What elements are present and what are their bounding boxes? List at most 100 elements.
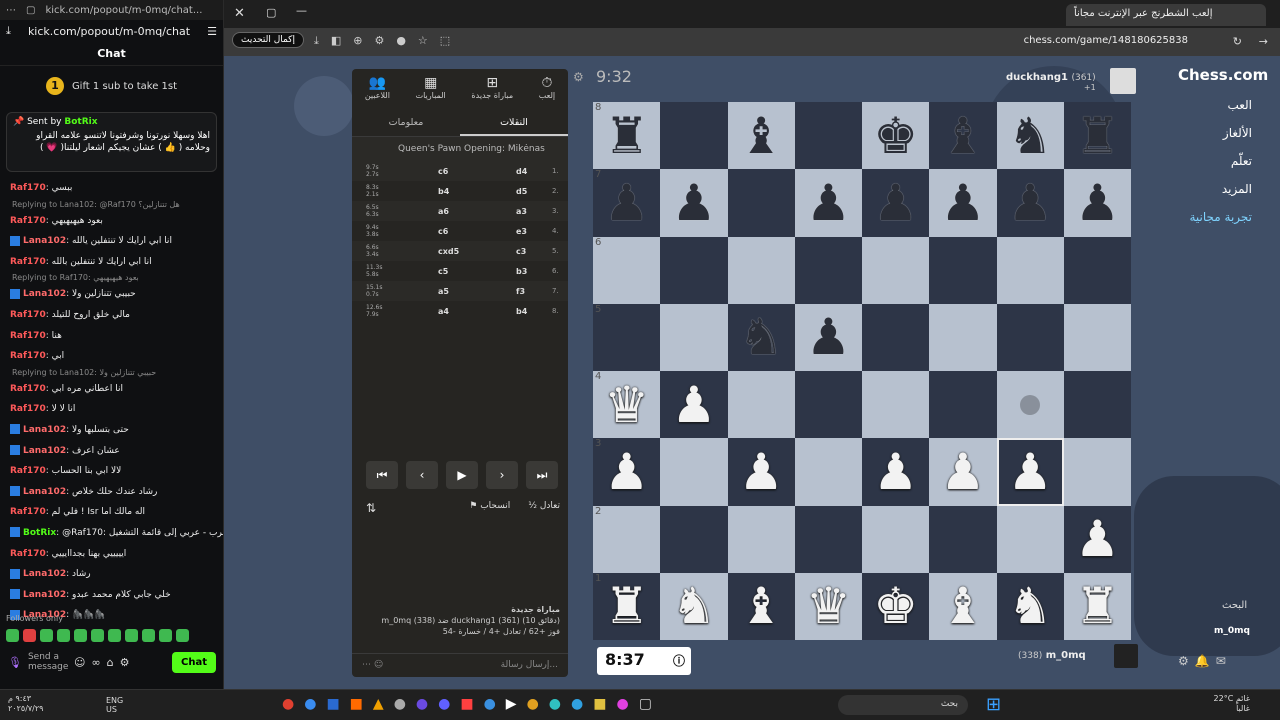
download-icon[interactable]: ⤓: [6, 24, 11, 38]
board-square[interactable]: [794, 371, 862, 439]
taskbar-lang[interactable]: ENG US: [106, 696, 130, 714]
white-move[interactable]: b3: [516, 267, 527, 276]
board-square[interactable]: 8 ♜: [593, 102, 661, 170]
black-move[interactable]: a5: [438, 287, 449, 296]
board-square[interactable]: ♟: [660, 169, 728, 237]
settings-gear-icon[interactable]: ⚙: [573, 70, 584, 84]
white-move[interactable]: b4: [516, 307, 527, 316]
emote-icon[interactable]: [91, 629, 104, 642]
emote-icon[interactable]: [125, 629, 138, 642]
resign-button[interactable]: ⚑ انسحاب: [469, 501, 510, 511]
black-rook-icon[interactable]: ♜: [1075, 111, 1120, 161]
last-move-button[interactable]: ⏭: [526, 461, 558, 489]
white-queen-icon[interactable]: ♛: [604, 380, 649, 430]
white-queen-icon[interactable]: ♛: [806, 581, 851, 631]
chat-username[interactable]: Raf170: [10, 331, 46, 341]
board-square[interactable]: ♟: [996, 169, 1064, 237]
black-move[interactable]: a4: [438, 307, 449, 316]
white-pawn-icon[interactable]: ♟: [604, 447, 649, 497]
chat-username[interactable]: Raf170: [10, 404, 46, 414]
nav-item-0[interactable]: العب: [1178, 98, 1280, 112]
url-text[interactable]: chess.com/game/148180625838: [1024, 35, 1188, 46]
chat-send-button[interactable]: Chat: [172, 652, 216, 673]
board-square[interactable]: [1063, 236, 1131, 304]
play-button[interactable]: ▶: [446, 461, 478, 489]
black-pawn-icon[interactable]: ♟: [806, 312, 851, 362]
chat-username[interactable]: Raf170: [10, 466, 46, 476]
board-square[interactable]: 3 ♟: [593, 438, 661, 506]
board-square[interactable]: [929, 236, 997, 304]
black-knight-icon[interactable]: ♞: [739, 312, 784, 362]
emote-icon[interactable]: [23, 629, 36, 642]
black-rook-icon[interactable]: ♜: [604, 111, 649, 161]
chess-tab[interactable]: إلعب الشطرنج عبر الإنترنت مجاناً: [1066, 4, 1266, 26]
board-square[interactable]: ♜: [1063, 572, 1131, 640]
board-square[interactable]: ♚: [862, 102, 930, 170]
black-move[interactable]: cxd5: [438, 247, 459, 256]
board-square[interactable]: ♟: [929, 438, 997, 506]
top-player-avatar[interactable]: [1110, 68, 1136, 94]
board-square[interactable]: [660, 236, 728, 304]
back-icon[interactable]: →: [1259, 35, 1268, 48]
white-pawn-icon[interactable]: ♟: [873, 447, 918, 497]
taskbar-search[interactable]: بحث: [838, 695, 968, 715]
panel-button-3[interactable]: ⏱ إلعب: [539, 75, 555, 109]
extension-icons[interactable]: ⤓◧⊕⚙●☆⬚: [314, 34, 462, 48]
chat-username[interactable]: Raf170: [10, 507, 46, 517]
emote-icon[interactable]: [40, 629, 53, 642]
board-square[interactable]: ♟: [929, 169, 997, 237]
board-square[interactable]: ♟: [862, 169, 930, 237]
board-square[interactable]: [862, 371, 930, 439]
board-square[interactable]: 6: [593, 236, 661, 304]
top-player-name[interactable]: duckhang1: [1006, 72, 1068, 83]
tokens-icon[interactable]: ∞: [91, 656, 100, 669]
board-square[interactable]: [996, 303, 1064, 371]
board-square[interactable]: ♝: [727, 572, 795, 640]
chess-board[interactable]: 8 ♜ ♝ ♚ ♝ ♞ ♜ 7 ♟ ♟ ♟ ♟ ♟ ♟ ♟ 6 5 ♞ ♟ 4 ♛ ♟ 3 ♟ ♟ ♟ ♟ ♟ 2 ♟ 1 ♜ ♞ ♝ ♛ ♚ ♝ ♞ ♜: [593, 102, 1131, 640]
board-square[interactable]: ♝: [727, 102, 795, 170]
board-square[interactable]: ♟: [660, 371, 728, 439]
black-pawn-icon[interactable]: ♟: [940, 178, 985, 228]
emote-icon[interactable]: [57, 629, 70, 642]
tab-moves[interactable]: النقلات: [460, 109, 568, 136]
board-square[interactable]: [929, 371, 997, 439]
board-square[interactable]: [660, 102, 728, 170]
white-rook-icon[interactable]: ♜: [1075, 581, 1120, 631]
black-move[interactable]: a6: [438, 207, 449, 216]
board-square[interactable]: [1063, 438, 1131, 506]
board-square[interactable]: [727, 371, 795, 439]
board-square[interactable]: ♞: [996, 102, 1064, 170]
emote-icon[interactable]: [176, 629, 189, 642]
gear-icon[interactable]: ⚙: [120, 656, 130, 669]
emote-icon[interactable]: [108, 629, 121, 642]
nav-item-4[interactable]: تجربة مجانية: [1178, 210, 1280, 224]
board-square[interactable]: ♜: [1063, 102, 1131, 170]
board-square[interactable]: ♟: [862, 438, 930, 506]
board-square[interactable]: [996, 505, 1064, 573]
chat-username[interactable]: BotRix: [23, 528, 56, 538]
white-pawn-icon[interactable]: ♟: [940, 447, 985, 497]
chat-username[interactable]: Raf170: [10, 183, 46, 193]
emote-icon[interactable]: [142, 629, 155, 642]
board-square[interactable]: 5: [593, 303, 661, 371]
board-square[interactable]: [862, 303, 930, 371]
more-icon[interactable]: ⋯ ☺: [362, 660, 383, 670]
chat-username[interactable]: Lana102: [23, 446, 66, 456]
panel-button-1[interactable]: ▦ المباريات: [416, 75, 446, 109]
white-move[interactable]: a3: [516, 207, 527, 216]
close-window-icon[interactable]: ✕: [234, 6, 245, 21]
white-knight-icon[interactable]: ♞: [1008, 581, 1053, 631]
board-square[interactable]: [1063, 303, 1131, 371]
board-square[interactable]: ♟: [996, 438, 1064, 506]
board-square[interactable]: ♞: [727, 303, 795, 371]
send-message-input[interactable]: Send a message: [28, 652, 68, 672]
chat-username[interactable]: Lana102: [23, 236, 66, 246]
board-square[interactable]: [794, 438, 862, 506]
board-square[interactable]: ♚: [862, 572, 930, 640]
emote-icon[interactable]: [159, 629, 172, 642]
microphone-icon[interactable]: 🎙: [8, 656, 22, 669]
nav-item-3[interactable]: المزيد: [1178, 182, 1280, 196]
board-square[interactable]: ♟: [1063, 169, 1131, 237]
chat-username[interactable]: Lana102: [23, 569, 66, 579]
chat-username[interactable]: Raf170: [10, 384, 46, 394]
